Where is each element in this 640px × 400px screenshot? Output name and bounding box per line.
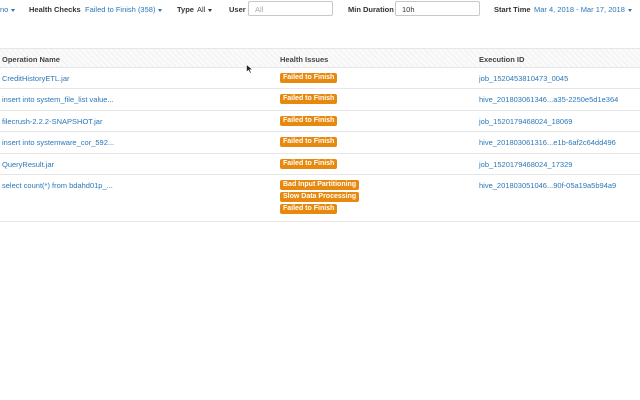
operation-link[interactable]: select count(*) from bdahd01p_... xyxy=(2,181,113,190)
operation-link[interactable]: insert into system_file_list value... xyxy=(2,95,114,104)
filter-bar: no Health Checks Failed to Finish (358) … xyxy=(0,0,640,20)
health-issue-badge: Failed to Finish xyxy=(280,73,338,83)
health-checks-dropdown[interactable]: Failed to Finish (358) xyxy=(85,5,163,14)
operation-link[interactable]: filecrush-2.2.2-SNAPSHOT.jar xyxy=(2,117,102,126)
health-issues: Failed to Finish xyxy=(280,159,338,171)
operation-link[interactable]: CreditHistoryETL.jar xyxy=(2,74,70,83)
column-header-health-issues[interactable]: Health Issues xyxy=(280,55,328,64)
health-issue-badge: Failed to Finish xyxy=(280,159,338,169)
user-label-wrap: User xyxy=(229,5,246,14)
health-issue-badge: Failed to Finish xyxy=(280,116,338,126)
user-label: User xyxy=(229,5,246,14)
health-issue-badge: Failed to Finish xyxy=(280,137,338,147)
column-header-execution-id[interactable]: Execution ID xyxy=(479,55,524,64)
hidden-filter-value: no xyxy=(0,5,9,14)
table-header: Operation Name Health Issues Execution I… xyxy=(0,48,640,68)
health-issues: Failed to Finish xyxy=(280,116,338,128)
health-issues: Bad Input Partitioning Slow Data Process… xyxy=(280,180,360,216)
type-label-wrap: Type xyxy=(177,5,194,14)
start-time-value: Mar 4, 2018 - Mar 17, 2018 xyxy=(534,5,625,14)
health-checks-value: Failed to Finish (358) xyxy=(85,5,156,14)
health-issue-badge: Slow Data Processing xyxy=(280,192,360,202)
execution-id-link[interactable]: job_1520179468024_18069 xyxy=(479,117,572,126)
health-issue-badge: Bad Input Partitioning xyxy=(280,180,360,190)
health-checks-label: Health Checks xyxy=(29,5,81,14)
table-row: insert into system_file_list value... Fa… xyxy=(0,89,640,111)
column-header-operation[interactable]: Operation Name xyxy=(2,55,60,64)
type-label: Type xyxy=(177,5,194,14)
type-value: All xyxy=(197,5,206,14)
operation-link[interactable]: insert into systemware_cor_592... xyxy=(2,138,114,147)
execution-id-link[interactable]: hive_201803061316...e1b-6af2c64dd496 xyxy=(479,138,616,147)
chevron-down-icon xyxy=(208,8,213,12)
mouse-pointer-icon xyxy=(246,64,254,74)
min-duration-input[interactable]: 10h xyxy=(395,1,480,16)
table-row: insert into systemware_cor_592... Failed… xyxy=(0,132,640,154)
min-duration-label-wrap: Min Duration xyxy=(348,5,394,14)
min-duration-label: Min Duration xyxy=(348,5,394,14)
health-checks-filter: Health Checks xyxy=(29,5,81,14)
start-time-label: Start Time xyxy=(494,5,531,14)
hidden-filter-dropdown[interactable]: no xyxy=(0,5,16,14)
table-row: filecrush-2.2.2-SNAPSHOT.jar Failed to F… xyxy=(0,111,640,132)
user-input-placeholder: All xyxy=(255,5,264,14)
operation-link[interactable]: QueryResult.jar xyxy=(2,160,54,169)
chevron-down-icon xyxy=(158,8,163,12)
health-issues: Failed to Finish xyxy=(280,94,338,106)
type-dropdown[interactable]: All xyxy=(197,5,213,14)
user-input[interactable]: All xyxy=(248,1,333,16)
health-issue-badge: Failed to Finish xyxy=(280,204,338,214)
health-issues: Failed to Finish xyxy=(280,137,338,149)
health-issue-badge: Failed to Finish xyxy=(280,94,338,104)
execution-id-link[interactable]: hive_201803061346...a35-2250e5d1e364 xyxy=(479,95,618,104)
health-issues: Failed to Finish xyxy=(280,73,338,85)
min-duration-value: 10h xyxy=(402,5,415,14)
chevron-down-icon xyxy=(11,8,16,12)
table-row: CreditHistoryETL.jar Failed to Finish jo… xyxy=(0,68,640,89)
start-time-label-wrap: Start Time xyxy=(494,5,531,14)
table-row: select count(*) from bdahd01p_... Bad In… xyxy=(0,175,640,222)
chevron-down-icon xyxy=(627,8,632,12)
start-time-dropdown[interactable]: Mar 4, 2018 - Mar 17, 2018 xyxy=(534,5,632,14)
execution-id-link[interactable]: hive_201803051046...90f-05a19a5b94a9 xyxy=(479,181,616,190)
execution-id-link[interactable]: job_1520453810473_0045 xyxy=(479,74,568,83)
execution-id-link[interactable]: job_1520179468024_17329 xyxy=(479,160,572,169)
table-row: QueryResult.jar Failed to Finish job_152… xyxy=(0,154,640,175)
